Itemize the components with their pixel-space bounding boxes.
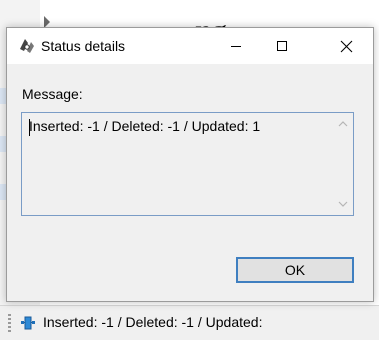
- dialog-title: Status details: [41, 38, 126, 54]
- maximize-icon: [277, 41, 287, 51]
- title-bar[interactable]: Status details: [7, 28, 373, 64]
- app-icon: [20, 39, 34, 53]
- maximize-button[interactable]: [259, 28, 305, 64]
- close-button[interactable]: [319, 28, 373, 64]
- close-icon: [340, 40, 352, 52]
- text-caret: [29, 119, 30, 136]
- grip-handle[interactable]: [8, 314, 11, 332]
- message-textarea[interactable]: Inserted: -1 / Deleted: -1 / Updated: 1: [21, 112, 354, 216]
- minimize-icon: [231, 46, 241, 47]
- message-text[interactable]: Inserted: -1 / Deleted: -1 / Updated: 1: [29, 118, 260, 134]
- message-label: Message:: [22, 86, 83, 102]
- status-bar: Inserted: -1 / Deleted: -1 / Updated:: [0, 305, 379, 340]
- database-status-icon[interactable]: [20, 315, 36, 331]
- status-details-dialog: Status details Message: Inserted: -1 / D…: [6, 27, 374, 302]
- scroll-down-icon[interactable]: [337, 199, 349, 209]
- ok-button[interactable]: OK: [236, 257, 354, 283]
- status-text[interactable]: Inserted: -1 / Deleted: -1 / Updated:: [43, 314, 262, 330]
- minimize-button[interactable]: [213, 28, 259, 64]
- scroll-up-icon[interactable]: [337, 119, 349, 129]
